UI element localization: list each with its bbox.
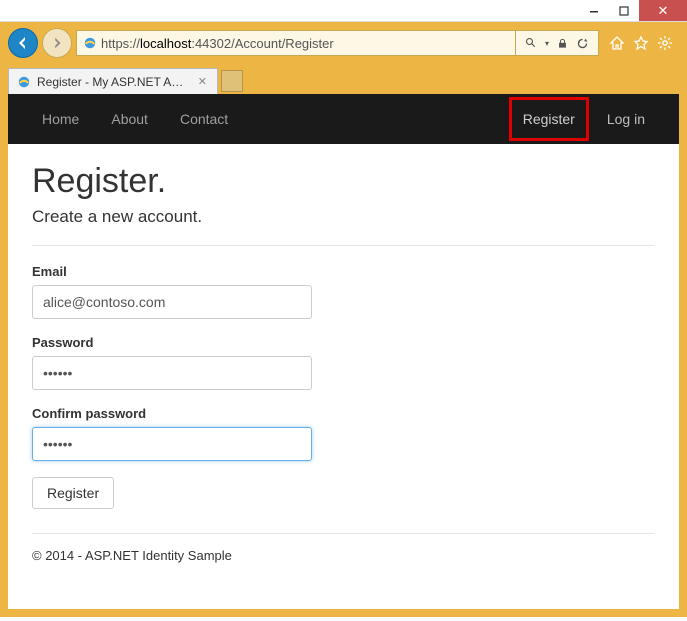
password-field[interactable] xyxy=(32,356,312,390)
confirm-password-label: Confirm password xyxy=(32,406,655,421)
lock-icon xyxy=(554,38,571,49)
email-field[interactable] xyxy=(32,285,312,319)
new-tab-button[interactable] xyxy=(221,70,243,92)
footer-text: © 2014 - ASP.NET Identity Sample xyxy=(32,548,655,563)
divider xyxy=(32,245,655,246)
minimize-button[interactable] xyxy=(579,0,609,21)
address-bar[interactable]: https://localhost:44302/Account/Register… xyxy=(76,30,599,56)
maximize-button[interactable] xyxy=(609,0,639,21)
tab-favicon xyxy=(17,75,31,89)
browser-chrome: https://localhost:44302/Account/Register… xyxy=(0,22,687,94)
page-viewport: Home About Contact Register Log in Regis… xyxy=(0,94,687,617)
page-title: Register. xyxy=(32,162,655,201)
password-label: Password xyxy=(32,335,655,350)
nav-home[interactable]: Home xyxy=(28,97,93,141)
nav-contact[interactable]: Contact xyxy=(166,97,242,141)
confirm-password-field[interactable] xyxy=(32,427,312,461)
nav-login[interactable]: Log in xyxy=(593,97,659,141)
search-dropdown-icon[interactable]: ▾ xyxy=(542,39,552,48)
browser-tab[interactable]: Register - My ASP.NET App... ✕ xyxy=(8,68,218,94)
window-titlebar: ✕ xyxy=(0,0,687,22)
tab-close-icon[interactable]: ✕ xyxy=(196,75,209,88)
refresh-icon[interactable] xyxy=(573,37,592,50)
nav-register[interactable]: Register xyxy=(509,97,589,141)
ie-icon xyxy=(83,36,97,50)
email-label: Email xyxy=(32,264,655,279)
nav-about[interactable]: About xyxy=(97,97,162,141)
tab-title: Register - My ASP.NET App... xyxy=(37,75,190,89)
settings-icon[interactable] xyxy=(655,33,675,53)
forward-button[interactable] xyxy=(42,28,72,58)
favorites-icon[interactable] xyxy=(631,33,651,53)
site-navbar: Home About Contact Register Log in xyxy=(8,94,679,144)
url-text: https://localhost:44302/Account/Register xyxy=(101,36,511,51)
home-icon[interactable] xyxy=(607,33,627,53)
footer-divider xyxy=(32,533,655,534)
search-icon[interactable] xyxy=(522,37,540,49)
back-button[interactable] xyxy=(8,28,38,58)
close-button[interactable]: ✕ xyxy=(639,0,687,21)
page-subtitle: Create a new account. xyxy=(32,207,655,227)
register-button[interactable]: Register xyxy=(32,477,114,509)
